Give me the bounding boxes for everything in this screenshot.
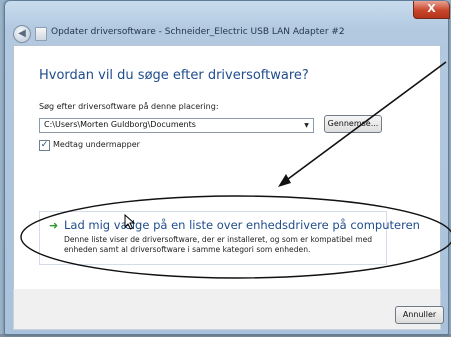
cancel-button[interactable]: Annuller bbox=[395, 306, 444, 324]
option-description: Denne liste viser de driversoftware, der… bbox=[64, 235, 373, 254]
dialog-footer bbox=[13, 289, 441, 330]
checkmark-icon: ✓ bbox=[40, 140, 49, 150]
mouse-pointer-icon bbox=[124, 214, 136, 230]
search-path-combobox[interactable]: C:\Users\Morten Guldborg\Documents ▼ bbox=[39, 118, 314, 133]
content-panel: Hvordan vil du søge efter driversoftware… bbox=[13, 45, 441, 291]
dialog-window: ◀ Opdater driversoftware - Schneider_Ele… bbox=[4, 0, 450, 335]
browse-button[interactable]: Gennemse... bbox=[324, 115, 382, 133]
window-title: Opdater driversoftware - Schneider_Elect… bbox=[51, 27, 345, 37]
back-button[interactable]: ◀ bbox=[13, 25, 31, 43]
close-button[interactable]: X bbox=[413, 1, 450, 19]
pick-from-list-option[interactable]: ➜ Lad mig vælge på en liste over enhedsd… bbox=[39, 211, 420, 265]
search-location-label: Søg efter driversoftware på denne placer… bbox=[39, 102, 219, 111]
back-arrow-icon: ◀ bbox=[18, 28, 26, 39]
green-arrow-icon: ➜ bbox=[49, 219, 59, 232]
title-bar: ◀ Opdater driversoftware - Schneider_Ele… bbox=[5, 1, 450, 43]
page-heading: Hvordan vil du søge efter driversoftware… bbox=[39, 68, 309, 83]
option-title[interactable]: Lad mig vælge på en liste over enhedsdri… bbox=[64, 218, 420, 232]
chevron-down-icon[interactable]: ▼ bbox=[301, 119, 312, 132]
close-icon: X bbox=[427, 2, 436, 15]
search-path-value[interactable]: C:\Users\Morten Guldborg\Documents bbox=[44, 120, 196, 129]
device-icon bbox=[35, 27, 47, 41]
include-subfolders-label[interactable]: Medtag undermapper bbox=[53, 140, 140, 149]
include-subfolders-checkbox[interactable]: ✓ bbox=[39, 140, 50, 151]
